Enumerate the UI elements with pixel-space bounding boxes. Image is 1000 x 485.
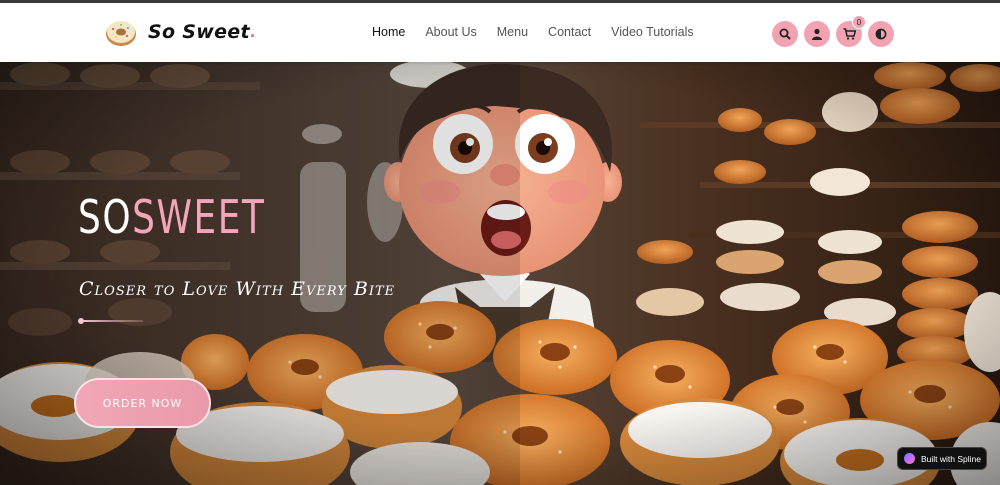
order-now-button[interactable]: ORDER NOW [74, 378, 211, 428]
theme-toggle-button[interactable] [868, 21, 894, 47]
main-nav: Home About Us Menu Contact Video Tutoria… [372, 25, 714, 39]
search-button[interactable] [772, 21, 798, 47]
hero-title: SOSWEET [78, 190, 265, 244]
nav-about-us[interactable]: About Us [425, 25, 476, 39]
slide-indicator-track [81, 320, 143, 322]
hero-slide-indicator[interactable] [78, 318, 148, 324]
nav-menu[interactable]: Menu [497, 25, 528, 39]
nav-contact[interactable]: Contact [548, 25, 591, 39]
brand-dot: . [249, 21, 256, 42]
nav-video-tutorials[interactable]: Video Tutorials [611, 25, 693, 39]
cart-button[interactable]: 0 [836, 15, 866, 47]
brand-name: So Sweet [148, 21, 250, 43]
donut-logo-icon [104, 15, 138, 49]
hero-title-part2: SWEET [132, 190, 266, 244]
contrast-icon [875, 28, 887, 40]
navbar: So Sweet . Home About Us Menu Contact Vi… [0, 3, 1000, 62]
search-icon [779, 28, 791, 40]
spline-logo-icon [904, 453, 915, 464]
brand[interactable]: So Sweet . [104, 15, 255, 49]
cart-icon [843, 28, 856, 40]
user-icon [812, 28, 822, 40]
hero-section: SOSWEET Closer to Love With Every Bite O… [0, 62, 1000, 485]
header-actions: 0 [772, 15, 900, 47]
hero-title-part1: SO [78, 190, 133, 244]
hero-tagline: Closer to Love With Every Bite [79, 278, 396, 300]
cart-count-badge: 0 [852, 15, 866, 29]
account-button[interactable] [804, 21, 830, 47]
spline-badge-label: Built with Spline [921, 453, 982, 464]
nav-home[interactable]: Home [372, 25, 405, 39]
built-with-spline-badge[interactable]: Built with Spline [897, 447, 987, 470]
